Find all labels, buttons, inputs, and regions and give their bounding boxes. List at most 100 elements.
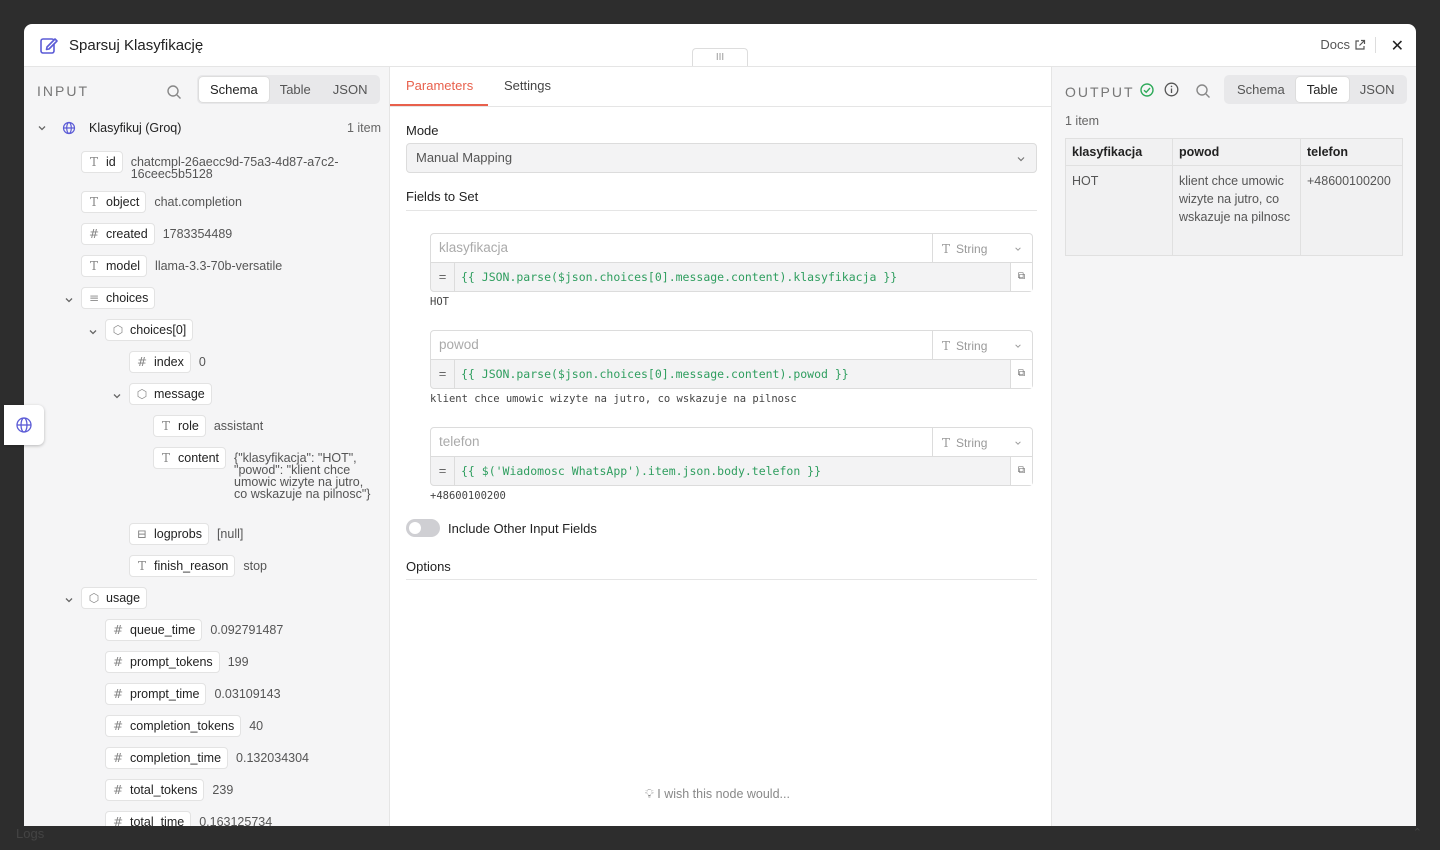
modal-title[interactable]: Sparsuj Klasyfikację [69, 37, 203, 54]
logs-chevron-icon[interactable]: ⌃ [1413, 826, 1422, 839]
tab-parameters[interactable]: Parameters [406, 78, 473, 93]
table-cell[interactable]: +48600100200 [1300, 165, 1403, 256]
field-row-object[interactable]: Tobject chat.completion [81, 191, 242, 213]
field-type-select[interactable]: T String [932, 330, 1033, 360]
chevron-down-icon[interactable] [37, 123, 47, 133]
input-view-schema[interactable]: Schema [199, 77, 269, 102]
text-type-icon: T [942, 242, 951, 256]
docs-label: Docs [1320, 37, 1350, 52]
external-link-icon [1355, 39, 1366, 50]
fields-to-set-label: Fields to Set [406, 189, 479, 204]
field-expression-input[interactable]: = {{ JSON.parse($json.choices[0].message… [430, 262, 1033, 292]
field-name-input[interactable]: telefon [430, 427, 933, 457]
field-name-input[interactable]: klasyfikacja [430, 233, 933, 263]
docs-link[interactable]: Docs [1320, 37, 1366, 52]
expression-equals-icon: = [431, 360, 455, 388]
object-type-icon: ⬡ [88, 591, 100, 605]
chevron-down-icon[interactable] [64, 595, 74, 605]
output-view-json[interactable]: JSON [1349, 77, 1406, 102]
success-check-icon [1140, 83, 1154, 97]
column-header[interactable]: telefon [1300, 138, 1403, 166]
info-icon[interactable] [1164, 82, 1179, 97]
expand-expression-icon[interactable]: ⧉ [1010, 263, 1032, 291]
feedback-link[interactable]: 💡︎ I wish this node would... [645, 787, 790, 802]
field-row-model[interactable]: Tmodel llama-3.3-70b-versatile [81, 255, 282, 277]
node-modal: Sparsuj Klasyfikację Docs ✕ INPUT Schema… [24, 24, 1416, 826]
lightbulb-icon: 💡︎ [645, 787, 654, 801]
number-type-icon: # [88, 227, 100, 241]
output-view-table[interactable]: Table [1295, 77, 1349, 102]
output-table: klasyfikacja powod telefon HOT klient ch… [1065, 138, 1403, 256]
globe-icon [16, 417, 32, 433]
table-cell[interactable]: HOT [1065, 165, 1173, 256]
chevron-down-icon[interactable] [112, 391, 122, 401]
include-other-label: Include Other Input Fields [448, 521, 597, 536]
chevron-down-icon[interactable] [64, 295, 74, 305]
table-cell[interactable]: klient chce umowic wizyte na jutro, co w… [1172, 165, 1301, 256]
table-header-row: klasyfikacja powod telefon [1065, 138, 1403, 166]
globe-icon [62, 121, 76, 135]
field-type-select[interactable]: T String [932, 427, 1033, 457]
field-type-select[interactable]: T String [932, 233, 1033, 263]
text-type-icon: T [942, 339, 951, 353]
include-other-toggle[interactable] [406, 519, 440, 537]
field-row-total-time[interactable]: # total_time 0.163125734 [105, 811, 272, 826]
input-view-json[interactable]: JSON [322, 77, 379, 102]
header-divider [1375, 37, 1376, 53]
logs-label[interactable]: Logs [16, 826, 44, 841]
text-type-icon: T [89, 155, 98, 169]
mode-select[interactable]: Manual Mapping [406, 143, 1037, 173]
field-row-usage[interactable]: ⬡ usage [81, 587, 148, 609]
field-row-index[interactable]: # index 0 [129, 351, 206, 373]
column-header[interactable]: klasyfikacja [1065, 138, 1173, 166]
field-row-prompt-time[interactable]: # prompt_time 0.03109143 [105, 683, 281, 705]
search-icon[interactable] [166, 84, 182, 100]
field-row-role[interactable]: Trole assistant [153, 415, 263, 437]
expression-equals-icon: = [431, 263, 455, 291]
number-type-icon: # [136, 355, 148, 369]
text-type-icon: T [89, 195, 98, 209]
field-row-logprobs[interactable]: ⊟ logprobs [null] [129, 523, 243, 545]
search-icon[interactable] [1195, 83, 1211, 99]
field-row-queue-time[interactable]: # queue_time 0.092791487 [105, 619, 283, 641]
field-row-completion-tokens[interactable]: # completion_tokens 40 [105, 715, 263, 737]
list-type-icon: ≡ [88, 291, 100, 305]
node-name: Klasyfikuj (Groq) [89, 121, 182, 135]
output-view-schema[interactable]: Schema [1226, 77, 1296, 102]
number-type-icon: # [112, 623, 124, 637]
input-label: INPUT [37, 83, 89, 99]
number-type-icon: # [112, 687, 124, 701]
field-row-prompt-tokens[interactable]: # prompt_tokens 199 [105, 651, 249, 673]
field-row-choices-0[interactable]: ⬡ choices[0] [105, 319, 194, 341]
panel-drag-handle[interactable]: III [692, 48, 748, 66]
field-row-message[interactable]: ⬡ message [129, 383, 212, 405]
field-row-created[interactable]: # created 1783354489 [81, 223, 232, 245]
field-row-completion-time[interactable]: # completion_time 0.132034304 [105, 747, 309, 769]
divider [406, 579, 1037, 580]
field-name-input[interactable]: powod [430, 330, 933, 360]
null-type-icon: ⊟ [136, 527, 148, 541]
chevron-down-icon[interactable] [88, 327, 98, 337]
close-button[interactable]: ✕ [1391, 36, 1404, 56]
side-node-button[interactable] [4, 405, 44, 445]
field-row-id[interactable]: Tid chatcmpl-26aecc9d-75a3-4d87-a7c2-16c… [81, 151, 361, 180]
tab-settings[interactable]: Settings [504, 78, 551, 93]
field-row-finish-reason[interactable]: Tfinish_reason stop [129, 555, 267, 577]
input-view-table[interactable]: Table [269, 77, 322, 102]
mode-label: Mode [406, 123, 439, 138]
input-item-count: 1 item [346, 121, 381, 135]
chevron-down-icon [1015, 247, 1021, 251]
text-type-icon: T [942, 436, 951, 450]
field-expression-input[interactable]: = {{ JSON.parse($json.choices[0].message… [430, 359, 1033, 389]
text-type-icon: T [89, 259, 98, 273]
column-header[interactable]: powod [1172, 138, 1301, 166]
expression-text: {{ JSON.parse($json.choices[0].message.c… [461, 270, 898, 284]
field-expression-input[interactable]: = {{ $('Wiadomosc WhatsApp').item.json.b… [430, 456, 1033, 486]
field-row-choices[interactable]: ≡ choices [81, 287, 156, 309]
field-row-content[interactable]: Tcontent {"klasyfikacja": "HOT", "powod"… [153, 447, 374, 500]
chevron-down-icon [1015, 344, 1021, 348]
field-row-total-tokens[interactable]: # total_tokens 239 [105, 779, 233, 801]
expand-expression-icon[interactable]: ⧉ [1010, 360, 1032, 388]
active-tab-indicator [390, 104, 488, 106]
expand-expression-icon[interactable]: ⧉ [1010, 457, 1032, 485]
